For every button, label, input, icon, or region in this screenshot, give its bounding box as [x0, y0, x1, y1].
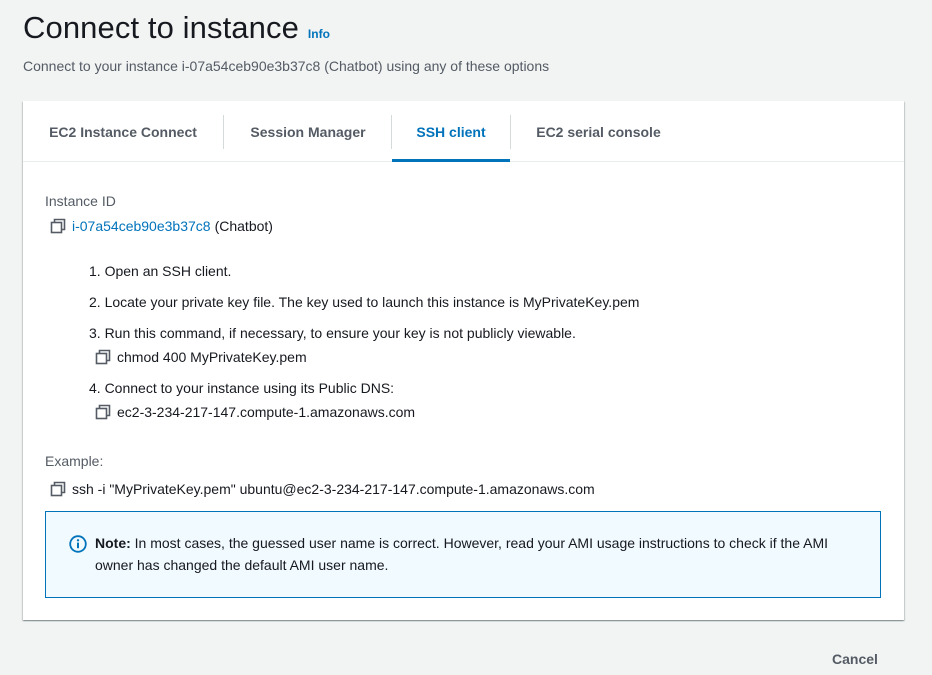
page-subtitle: Connect to your instance i-07a54ceb90e3b… [23, 58, 550, 74]
connect-to-instance-page: Connect to instance Info Connect to your… [0, 0, 932, 675]
connect-options-card: EC2 Instance Connect Session Manager SSH… [23, 101, 904, 620]
copy-icon[interactable] [95, 404, 111, 420]
tab-bar: EC2 Instance Connect Session Manager SSH… [23, 101, 904, 162]
public-dns-row: ec2-3-234-217-147.compute-1.amazonaws.co… [95, 404, 415, 420]
copy-icon[interactable] [50, 481, 66, 497]
step-2: 2. Locate your private key file. The key… [89, 294, 640, 310]
step-1: 1. Open an SSH client. [89, 263, 232, 279]
cancel-button[interactable]: Cancel [822, 648, 888, 670]
page-header: Connect to instance Info [23, 10, 330, 46]
example-label: Example: [45, 453, 104, 469]
page-title: Connect to instance [23, 10, 299, 45]
example-command-row: ssh -i "MyPrivateKey.pem" ubuntu@ec2-3-2… [50, 481, 595, 497]
title-row: Connect to instance Info [23, 10, 330, 46]
instance-name: (Chatbot) [214, 218, 273, 234]
note-bold: Note: [95, 535, 131, 551]
instance-id-row: i-07a54ceb90e3b37c8 (Chatbot) [50, 218, 273, 234]
example-command: ssh -i "MyPrivateKey.pem" ubuntu@ec2-3-2… [72, 481, 595, 497]
info-link[interactable]: Info [308, 27, 330, 41]
copy-icon[interactable] [50, 218, 66, 234]
info-circle-icon [69, 535, 87, 553]
note-body: In most cases, the guessed user name is … [95, 535, 828, 573]
step-3: 3. Run this command, if necessary, to en… [89, 325, 576, 341]
step-4: 4. Connect to your instance using its Pu… [89, 380, 395, 396]
chmod-command-row: chmod 400 MyPrivateKey.pem [95, 349, 307, 365]
public-dns: ec2-3-234-217-147.compute-1.amazonaws.co… [117, 404, 416, 420]
tab-session-manager[interactable]: Session Manager [224, 101, 392, 162]
instance-id-link[interactable]: i-07a54ceb90e3b37c8 [72, 218, 211, 234]
copy-icon[interactable] [95, 349, 111, 365]
tab-ec2-serial-console[interactable]: EC2 serial console [511, 101, 686, 162]
note-alert: Note: In most cases, the guessed user na… [45, 511, 881, 598]
tab-ec2-instance-connect[interactable]: EC2 Instance Connect [23, 101, 223, 162]
chmod-command: chmod 400 MyPrivateKey.pem [117, 349, 307, 365]
tab-ssh-client[interactable]: SSH client [392, 101, 510, 162]
note-text: Note: In most cases, the guessed user na… [95, 532, 865, 576]
instance-id-label: Instance ID [45, 193, 116, 209]
